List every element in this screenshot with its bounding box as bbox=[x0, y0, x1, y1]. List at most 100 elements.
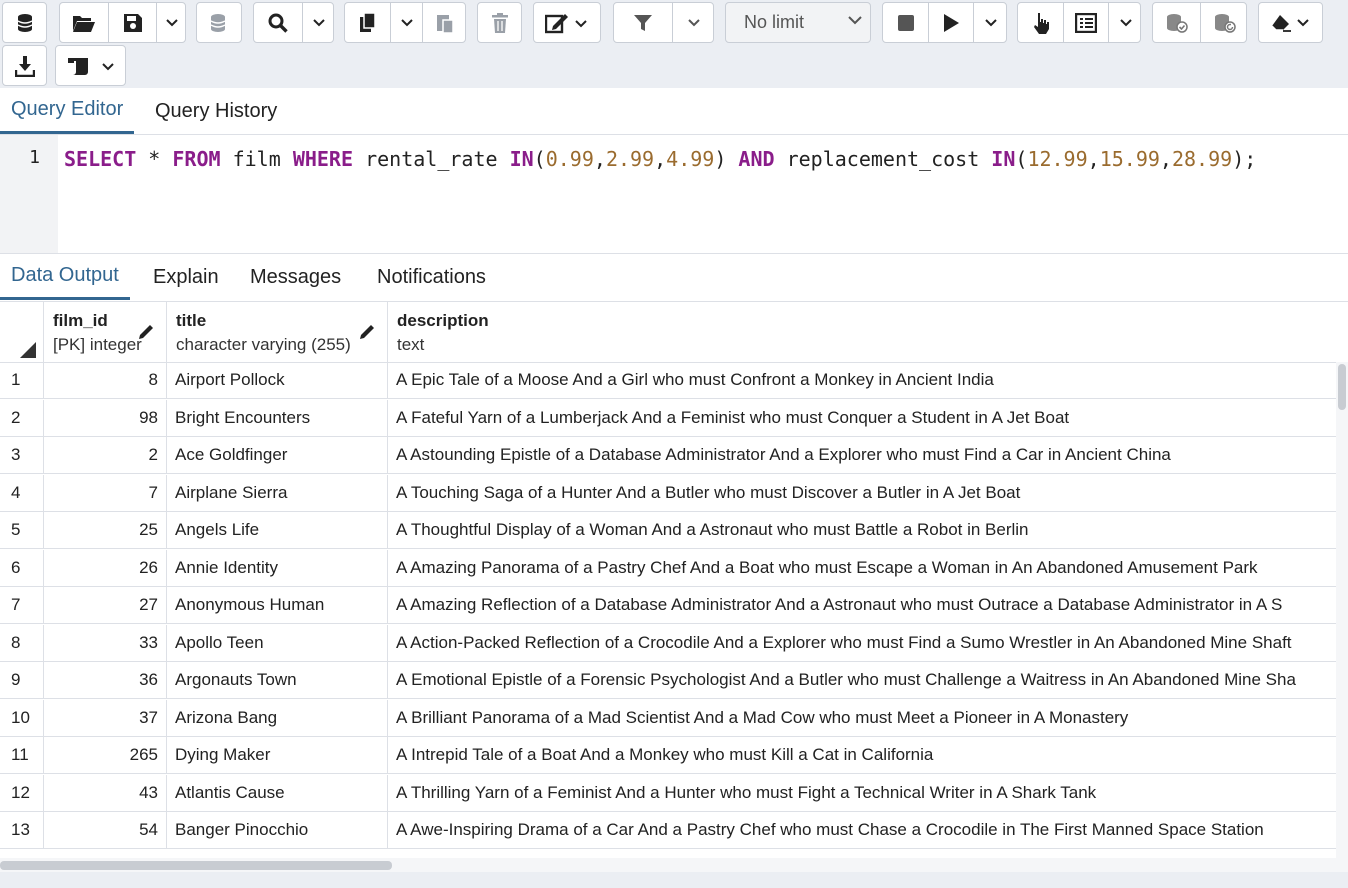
cell-title[interactable]: Banger Pinocchio bbox=[167, 812, 388, 848]
cell-film-id[interactable]: 8 bbox=[44, 362, 167, 398]
cell-film-id[interactable]: 7 bbox=[44, 474, 167, 511]
explain-dropdown-button[interactable] bbox=[1108, 3, 1142, 42]
table-row[interactable]: 9 36 Argonauts Town A Emotional Epistle of … bbox=[0, 662, 1336, 699]
cell-title[interactable]: Apollo Teen bbox=[167, 624, 388, 661]
cell-description[interactable]: A Amazing Panorama of a Pastry Chef And … bbox=[388, 550, 1336, 586]
row-number[interactable]: 2 bbox=[0, 399, 44, 436]
cell-description[interactable]: A Astounding Epistle of a Database Admin… bbox=[388, 437, 1336, 473]
macros-button[interactable] bbox=[55, 45, 126, 86]
cell-title[interactable]: Annie Identity bbox=[167, 549, 388, 586]
execute-button[interactable] bbox=[928, 3, 973, 42]
cell-film-id[interactable]: 36 bbox=[44, 662, 167, 698]
table-row[interactable]: 2 98 Bright Encounters A Fateful Yarn of a … bbox=[0, 399, 1336, 437]
cell-title[interactable]: Angels Life bbox=[167, 512, 388, 548]
row-number[interactable]: 10 bbox=[0, 699, 44, 736]
cell-description[interactable]: A Thrilling Yarn of a Feminist And a Hun… bbox=[388, 775, 1336, 811]
table-row[interactable]: 13 54 Banger Pinocchio A Awe-Inspiring Dram… bbox=[0, 812, 1336, 849]
cell-film-id[interactable]: 43 bbox=[44, 774, 167, 811]
cell-film-id[interactable]: 98 bbox=[44, 399, 167, 436]
table-row[interactable]: 8 33 Apollo Teen A Action-Packed Reflection… bbox=[0, 624, 1336, 662]
edit-button[interactable] bbox=[533, 2, 601, 43]
open-file-button[interactable] bbox=[60, 3, 108, 42]
delete-button[interactable] bbox=[477, 2, 522, 43]
copy-dropdown-button[interactable] bbox=[390, 3, 422, 42]
tab-query-editor[interactable]: Query Editor bbox=[0, 88, 135, 134]
cell-description[interactable]: A Brilliant Panorama of a Mad Scientist … bbox=[388, 700, 1336, 736]
cell-description[interactable]: A Emotional Epistle of a Forensic Psycho… bbox=[388, 662, 1336, 698]
row-number[interactable]: 13 bbox=[0, 812, 44, 848]
cell-film-id[interactable]: 2 bbox=[44, 437, 167, 473]
cell-description[interactable]: A Epic Tale of a Moose And a Girl who mu… bbox=[388, 362, 1336, 398]
cell-description[interactable]: A Intrepid Tale of a Boat And a Monkey w… bbox=[388, 737, 1336, 773]
clear-button[interactable] bbox=[1258, 2, 1323, 43]
cell-title[interactable]: Ace Goldfinger bbox=[167, 437, 388, 473]
row-number[interactable]: 3 bbox=[0, 437, 44, 473]
save-file-button[interactable] bbox=[108, 3, 156, 42]
table-row[interactable]: 5 25 Angels Life A Thoughtful Display of a … bbox=[0, 512, 1336, 549]
tab-data-output[interactable]: Data Output bbox=[0, 254, 130, 300]
cell-title[interactable]: Bright Encounters bbox=[167, 399, 388, 436]
cell-film-id[interactable]: 265 bbox=[44, 737, 167, 773]
database-button[interactable] bbox=[2, 2, 47, 43]
tab-messages[interactable]: Messages bbox=[250, 254, 341, 300]
table-row[interactable]: 4 7 Airplane Sierra A Touching Saga of a Hu… bbox=[0, 474, 1336, 512]
cell-film-id[interactable]: 54 bbox=[44, 812, 167, 848]
pencil-icon[interactable] bbox=[359, 322, 377, 340]
row-number[interactable]: 6 bbox=[0, 549, 44, 586]
cell-description[interactable]: A Action-Packed Reflection of a Crocodil… bbox=[388, 625, 1336, 661]
limit-select[interactable]: No limit bbox=[725, 2, 871, 43]
row-number[interactable]: 11 bbox=[0, 737, 44, 773]
copy-button[interactable] bbox=[345, 3, 390, 42]
row-number[interactable]: 9 bbox=[0, 662, 44, 698]
cell-title[interactable]: Arizona Bang bbox=[167, 699, 388, 736]
row-number[interactable]: 8 bbox=[0, 624, 44, 661]
cell-film-id[interactable]: 25 bbox=[44, 512, 167, 548]
row-number[interactable]: 1 bbox=[0, 362, 44, 398]
cell-title[interactable]: Argonauts Town bbox=[167, 662, 388, 698]
column-header-film-id[interactable]: film_id [PK] integer bbox=[44, 302, 167, 362]
table-row[interactable]: 1 8 Airport Pollock A Epic Tale of a Moose … bbox=[0, 362, 1336, 399]
stop-button[interactable] bbox=[883, 3, 928, 42]
column-header-description[interactable]: description text bbox=[388, 302, 1348, 362]
cell-title[interactable]: Anonymous Human bbox=[167, 587, 388, 623]
cell-description[interactable]: A Fateful Yarn of a Lumberjack And a Fem… bbox=[388, 400, 1336, 436]
find-button[interactable] bbox=[254, 3, 302, 42]
download-button[interactable] bbox=[2, 45, 47, 86]
cell-title[interactable]: Dying Maker bbox=[167, 737, 388, 773]
execute-dropdown-button[interactable] bbox=[973, 3, 1008, 42]
cell-film-id[interactable]: 33 bbox=[44, 624, 167, 661]
pencil-icon[interactable] bbox=[138, 322, 156, 340]
sql-editor[interactable]: 1 SELECT * FROM film WHERE rental_rate I… bbox=[0, 135, 1348, 254]
commit-button[interactable] bbox=[1153, 3, 1200, 42]
row-number[interactable]: 4 bbox=[0, 474, 44, 511]
row-number[interactable]: 5 bbox=[0, 512, 44, 548]
table-row[interactable]: 11 265 Dying Maker A Intrepid Tale of a Boa… bbox=[0, 737, 1336, 774]
vertical-scrollbar[interactable] bbox=[1336, 362, 1348, 872]
filter-button[interactable] bbox=[614, 3, 672, 42]
horizontal-scrollbar[interactable] bbox=[0, 858, 1348, 872]
select-all-corner[interactable] bbox=[0, 302, 44, 362]
table-row[interactable]: 10 37 Arizona Bang A Brilliant Panorama of … bbox=[0, 699, 1336, 737]
sql-code[interactable]: SELECT * FROM film WHERE rental_rate IN(… bbox=[64, 147, 1256, 171]
filter-dropdown-button[interactable] bbox=[672, 3, 715, 42]
table-row[interactable]: 3 2 Ace Goldfinger A Astounding Epistle of … bbox=[0, 437, 1336, 474]
paste-button[interactable] bbox=[422, 3, 467, 42]
cell-title[interactable]: Airport Pollock bbox=[167, 362, 388, 398]
edit-data-button[interactable] bbox=[196, 2, 242, 43]
tab-query-history[interactable]: Query History bbox=[155, 88, 277, 134]
find-dropdown-button[interactable] bbox=[302, 3, 335, 42]
horizontal-scroll-thumb[interactable] bbox=[0, 861, 392, 870]
explain-analyze-button[interactable] bbox=[1063, 3, 1108, 42]
cell-film-id[interactable]: 26 bbox=[44, 549, 167, 586]
explain-button[interactable] bbox=[1018, 3, 1063, 42]
row-number[interactable]: 7 bbox=[0, 587, 44, 623]
tab-explain[interactable]: Explain bbox=[153, 254, 219, 300]
cell-description[interactable]: A Touching Saga of a Hunter And a Butler… bbox=[388, 475, 1336, 511]
column-header-title[interactable]: title character varying (255) bbox=[167, 302, 388, 362]
table-row[interactable]: 7 27 Anonymous Human A Amazing Reflection o… bbox=[0, 587, 1336, 624]
cell-title[interactable]: Atlantis Cause bbox=[167, 774, 388, 811]
row-number[interactable]: 12 bbox=[0, 774, 44, 811]
cell-description[interactable]: A Thoughtful Display of a Woman And a As… bbox=[388, 512, 1336, 548]
cell-description[interactable]: A Amazing Reflection of a Database Admin… bbox=[388, 587, 1336, 623]
save-dropdown-button[interactable] bbox=[156, 3, 187, 42]
